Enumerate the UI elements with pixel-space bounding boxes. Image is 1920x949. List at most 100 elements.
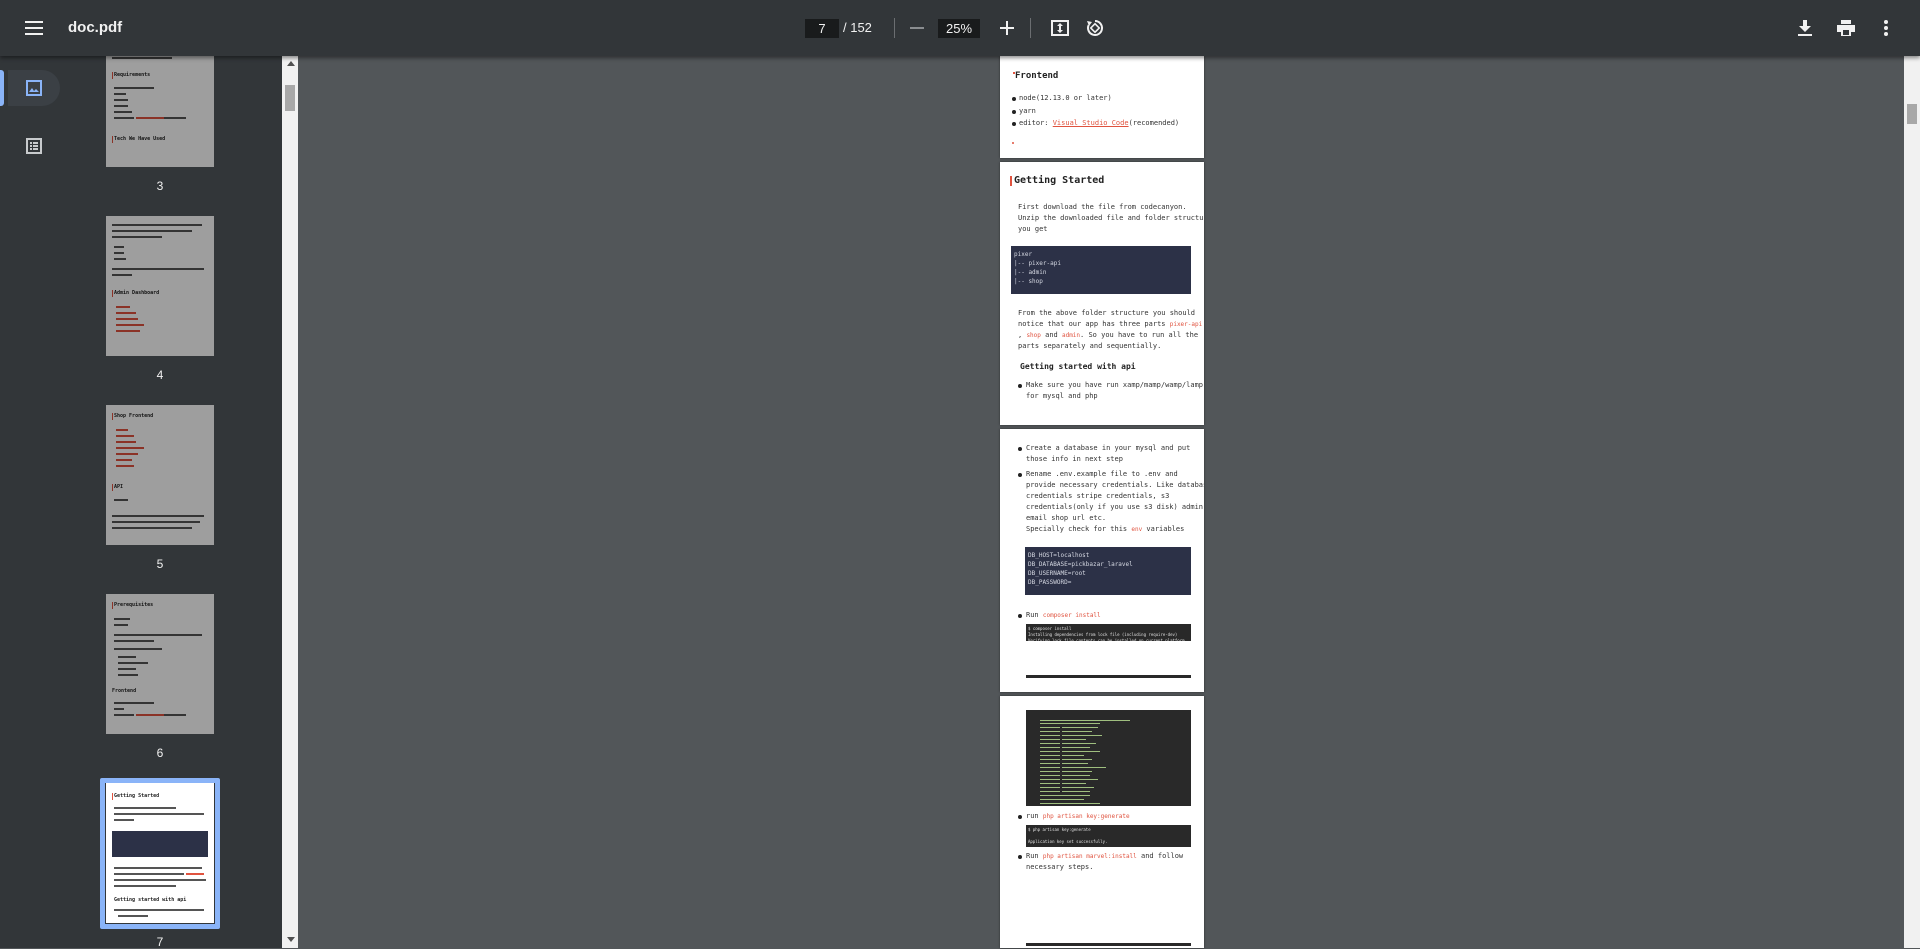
sidebar-nav [0, 56, 68, 948]
document-scrollbar[interactable] [1904, 56, 1920, 948]
toolbar-divider [894, 18, 895, 38]
bullet [1018, 855, 1022, 859]
thumb-overlay [106, 405, 214, 545]
paragraph-line: Unzip the downloaded file and folder str… [1018, 214, 1204, 222]
bullet [1018, 815, 1022, 819]
list-item: necessary steps. [1026, 863, 1094, 871]
fit-page-icon[interactable] [1044, 12, 1076, 44]
list-item: provide necessary credentials. Like data… [1026, 481, 1204, 489]
list-item: yarn [1019, 107, 1036, 115]
section-heading: Frontend [1015, 71, 1059, 81]
outline-view-icon[interactable] [16, 128, 52, 164]
list-item: Specially check for this env variables [1026, 524, 1184, 535]
paragraph-line: notice that our app has three parts pixe… [1018, 319, 1202, 330]
rotate-icon[interactable] [1079, 12, 1111, 44]
text-span: Run [1026, 611, 1043, 619]
terminal-output-lines [1039, 720, 1130, 804]
terminal-screenshot [1026, 710, 1191, 806]
thumbnails-view-icon[interactable] [16, 70, 52, 106]
list-item: Run php artisan marvel:install and follo… [1026, 851, 1183, 862]
zoom-out-icon[interactable] [901, 12, 933, 44]
page-thumbnail-6[interactable]: Prerequisites Frontend [106, 594, 214, 734]
zoom-in-icon[interactable] [991, 12, 1023, 44]
bullet [1018, 473, 1022, 477]
code-inline: shop [1026, 332, 1041, 339]
text-span: variables [1142, 525, 1185, 533]
text-span: notice that our app has three parts [1018, 320, 1170, 328]
pdf-page-6: Frontend node(12.13.0 or later) yarn edi… [1000, 56, 1204, 158]
nav-active-indicator [0, 70, 4, 106]
page-thumbnail-label: 4 [156, 368, 164, 382]
page-thumbnail-label: 7 [156, 935, 164, 949]
code-inline: composer install [1042, 612, 1101, 619]
terminal-screenshot: $ php artisan key:generate Application k… [1026, 825, 1191, 847]
scroll-up-arrow[interactable] [287, 61, 295, 66]
paragraph-line: First download the file from codecanyon. [1018, 203, 1187, 211]
page-total: / 152 [843, 20, 872, 35]
bullet [1018, 384, 1022, 388]
pdf-toolbar: doc.pdf 7 / 152 25% [0, 0, 1920, 56]
thumb-overlay [106, 216, 214, 356]
page-thumbnail-label: 5 [156, 557, 164, 571]
paragraph-line: From the above folder structure you shou… [1018, 309, 1196, 317]
list-item: Make sure you have run xamp/mamp/wamp/la… [1026, 381, 1204, 389]
bullet [1018, 447, 1022, 451]
sub-heading: Getting started with api [1020, 362, 1136, 371]
page-thumbnail-label: 3 [156, 179, 164, 193]
bullet [1012, 122, 1016, 126]
text-span: and [1040, 331, 1062, 339]
code-inline: php artisan key:generate [1042, 813, 1130, 820]
text-span: . So you have to run all the [1080, 331, 1199, 339]
paragraph-line: you get [1018, 225, 1048, 233]
page-number-input[interactable]: 7 [805, 19, 839, 38]
heading-marker [1010, 176, 1012, 186]
page-thumbnail-5[interactable]: Shop Frontend API [106, 405, 214, 545]
terminal-screenshot-edge [1026, 943, 1191, 946]
code-inline: env [1131, 526, 1143, 533]
print-icon[interactable] [1830, 12, 1862, 44]
list-item: credentials(only if you use s3 disk) adm… [1026, 503, 1204, 511]
scroll-down-arrow[interactable] [287, 937, 295, 942]
vscode-link[interactable]: Visual Studio Code [1053, 119, 1129, 127]
bullet [1012, 110, 1016, 114]
pdf-page-8: Create a database in your mysql and put … [1000, 429, 1204, 692]
list-item: Rename .env.example file to .env and [1026, 470, 1178, 478]
list-item: editor: Visual Studio Code(recomended) [1019, 118, 1179, 129]
pdf-page-9: run php artisan key:generate $ php artis… [1000, 696, 1204, 948]
text-span: Specially check for this [1026, 525, 1132, 533]
zoom-input[interactable]: 25% [938, 19, 980, 38]
list-item-suffix: (recomended) [1128, 119, 1180, 127]
text-span: Run [1026, 852, 1043, 860]
code-inline: admin [1061, 332, 1081, 339]
code-inline: pixer-api [1169, 321, 1203, 328]
selected-thumbnail-border [100, 778, 220, 929]
text-span: and follow [1136, 852, 1184, 860]
list-item-text: editor: [1019, 119, 1053, 127]
list-item: those info in next step [1026, 455, 1123, 463]
folder-structure-code: pixer |-- pixer-api |-- admin |-- shop [1011, 246, 1191, 294]
terminal-screenshot-edge [1026, 675, 1191, 678]
download-icon[interactable] [1789, 12, 1821, 44]
more-options-icon[interactable] [1870, 12, 1902, 44]
page-heading: Getting Started [1014, 175, 1105, 186]
document-scrollbar-thumb[interactable] [1907, 104, 1917, 124]
paragraph-line: parts separately and sequentially. [1018, 342, 1162, 350]
list-item: Run composer install [1026, 610, 1101, 621]
list-item: Create a database in your mysql and put [1026, 444, 1191, 452]
sidebar-scrollbar[interactable] [282, 56, 298, 948]
code-inline: php artisan marvel:install [1042, 853, 1137, 860]
terminal-screenshot: $ composer install Installing dependenci… [1026, 624, 1191, 641]
toolbar-divider [1030, 18, 1031, 38]
menu-icon[interactable] [18, 12, 50, 44]
pdf-page-7: Getting Started First download the file … [1000, 162, 1204, 425]
document-title: doc.pdf [68, 19, 123, 36]
sidebar-scrollbar-thumb[interactable] [285, 85, 295, 111]
list-item: node(12.13.0 or later) [1019, 94, 1112, 102]
bullet [1012, 97, 1016, 101]
bullet [1018, 614, 1022, 618]
list-item: credentials stripe credentials, s3 [1026, 492, 1170, 500]
page-thumbnail-4[interactable]: Admin Dashboard [106, 216, 214, 356]
paragraph-line: , shop and admin. So you have to run all… [1018, 330, 1198, 341]
thumb-overlay [106, 594, 214, 734]
text-span: run [1026, 812, 1043, 820]
